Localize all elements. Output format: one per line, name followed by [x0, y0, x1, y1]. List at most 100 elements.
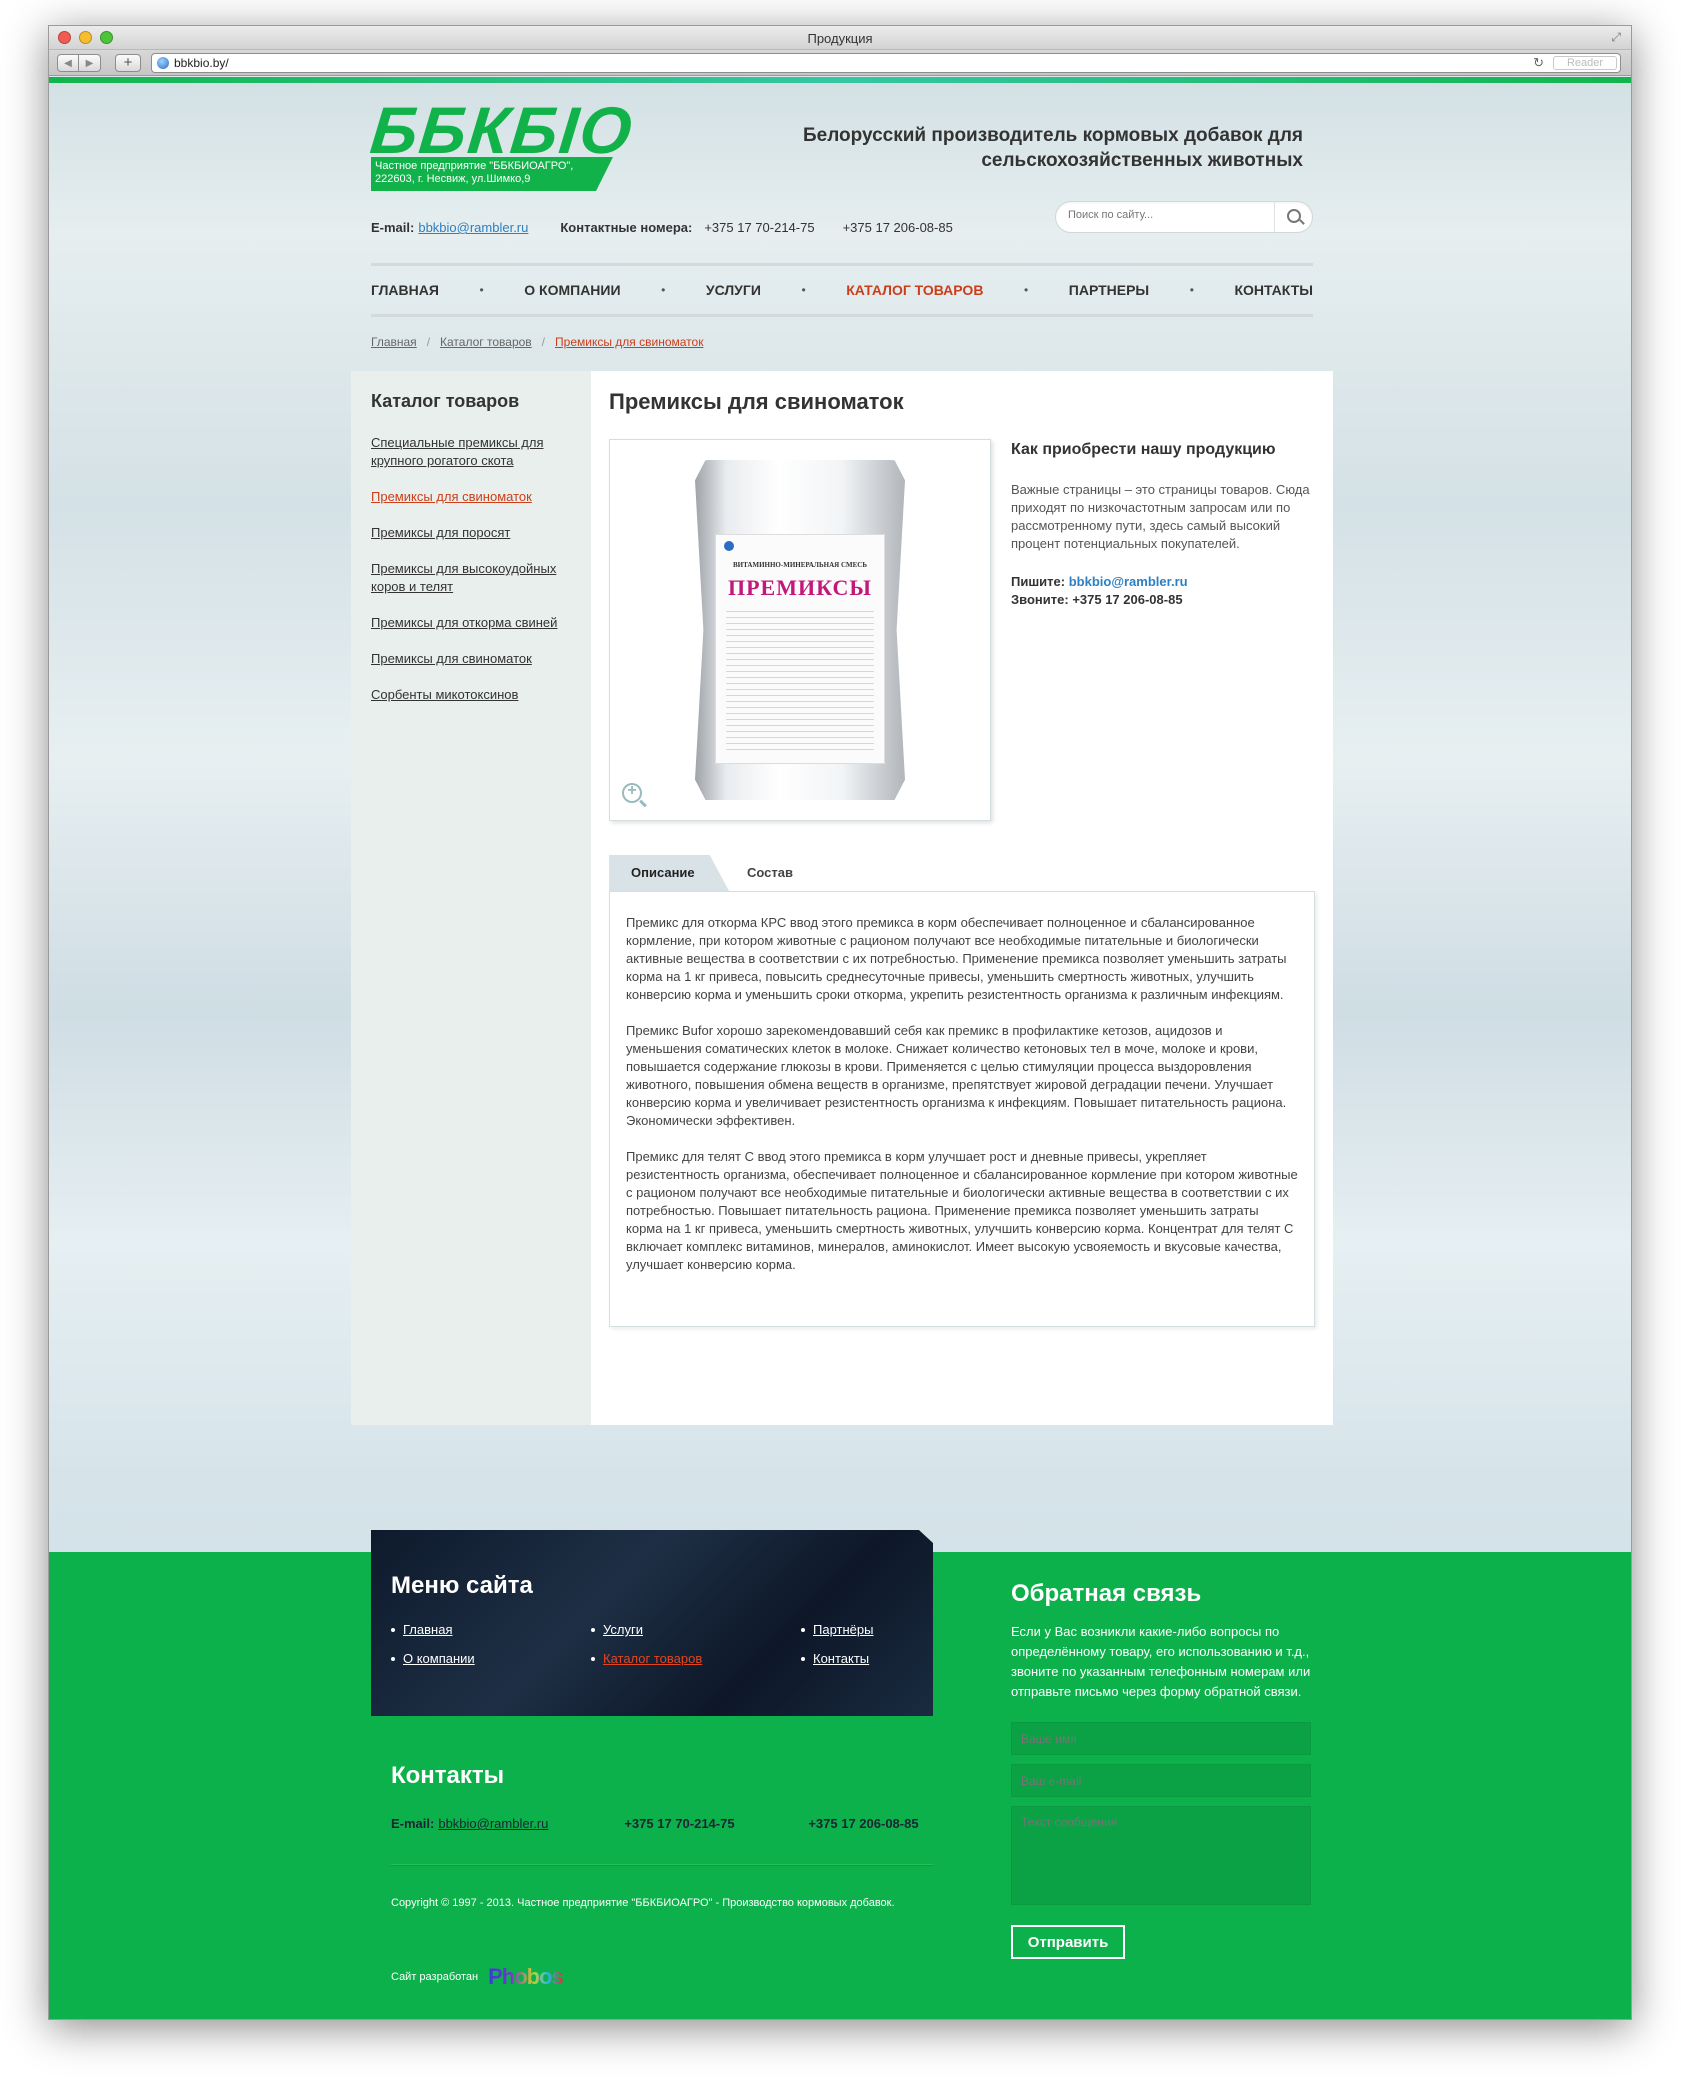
product-tabs: Описание Состав — [609, 855, 1315, 891]
url-text: bbkbio.by/ — [174, 56, 229, 70]
history-buttons: ◀ ▶ — [57, 54, 101, 72]
footer-phone-1: +375 17 70-214-75 — [624, 1816, 735, 1831]
footer-link-about[interactable]: О компании — [391, 1651, 591, 1666]
sidebar-item[interactable]: Премиксы для свиноматок — [371, 650, 571, 668]
footer-divider — [391, 1864, 933, 1866]
bag-fine-print — [726, 611, 874, 751]
main-nav: Главная • О компании • Услуги • Каталог … — [371, 263, 1313, 317]
footer-contacts: Контакты E-mail: bbkbio@rambler.ru +375 … — [391, 1762, 931, 1831]
nav-catalog[interactable]: Каталог товаров — [846, 282, 983, 298]
site-search — [1055, 201, 1313, 233]
buy-contacts: Пишите: bbkbio@rambler.ru Звоните: +375 … — [1011, 573, 1311, 609]
footer-link-home[interactable]: Главная — [391, 1622, 591, 1637]
reader-button[interactable]: Reader — [1553, 56, 1617, 70]
footer-menu: Меню сайта Главная Услуги Партнёры О ком… — [371, 1530, 933, 1716]
footer-contact-line: E-mail: bbkbio@rambler.ru +375 17 70-214… — [391, 1816, 931, 1831]
nav-home[interactable]: Главная — [371, 282, 439, 298]
phobos-logo[interactable]: Phobos — [488, 1964, 564, 1990]
footer-link-contacts[interactable]: Контакты — [801, 1651, 921, 1666]
bag-name: ПРЕМИКСЫ — [728, 575, 872, 600]
footer-menu-title: Меню сайта — [391, 1572, 533, 1599]
sidebar-item[interactable]: Специальные премиксы для крупного рогато… — [371, 434, 571, 470]
footer-email-link[interactable]: bbkbio@rambler.ru — [438, 1816, 624, 1831]
call-phone: +375 17 206-08-85 — [1072, 592, 1183, 607]
call-label: Звоните: — [1011, 592, 1069, 607]
tab-composition[interactable]: Состав — [747, 855, 793, 891]
site-logo[interactable]: ББКБІО Частное предприятие "ББКБИОАГРО",… — [367, 93, 637, 197]
footer-link-services[interactable]: Услуги — [591, 1622, 801, 1637]
logo-address: Частное предприятие "ББКБИОАГРО", 222603… — [371, 157, 613, 191]
sidebar-item[interactable]: Сорбенты микотоксинов — [371, 686, 571, 704]
breadcrumb-home[interactable]: Главная — [371, 335, 417, 349]
sidebar-item[interactable]: Премиксы для откорма свиней — [371, 614, 571, 632]
sidebar-title: Каталог товаров — [371, 391, 520, 411]
top-stripe — [49, 77, 1631, 83]
product-image[interactable]: ВИТАМИННО-МИНЕРАЛЬНАЯ СМЕСЬ ПРЕМИКСЫ — [609, 439, 991, 821]
sidebar-item[interactable]: Премиксы для высокоудойных коров и телят — [371, 560, 571, 596]
nav-partners[interactable]: Партнеры — [1069, 282, 1149, 298]
developer-label: Сайт разработан — [391, 1971, 479, 1983]
footer-menu-links: Главная Услуги Партнёры О компании Катал… — [391, 1622, 913, 1666]
nav-separator: • — [1024, 283, 1029, 297]
submit-button[interactable]: Отправить — [1011, 1925, 1125, 1959]
bag-label: ВИТАМИННО-МИНЕРАЛЬНАЯ СМЕСЬ ПРЕМИКСЫ — [715, 534, 885, 764]
write-email[interactable]: bbkbio@rambler.ru — [1069, 574, 1188, 589]
window-title: Продукция — [807, 31, 873, 46]
feedback-text: Если у Вас возникли какие-либо вопросы п… — [1011, 1624, 1311, 1699]
sidebar-item-active[interactable]: Премиксы для свиноматок — [371, 488, 571, 506]
tab-description[interactable]: Описание — [609, 855, 729, 891]
product-title: Премиксы для свиноматок — [609, 389, 904, 414]
footer-email-label: E-mail: — [391, 1816, 435, 1831]
breadcrumb-current[interactable]: Премиксы для свиноматок — [555, 335, 703, 349]
description-panel: Премикс для откорма КРС ввод этого преми… — [609, 891, 1315, 1327]
nav-about[interactable]: О компании — [524, 282, 620, 298]
buy-text: Важные страницы – это страницы товаров. … — [1011, 482, 1310, 551]
message-field[interactable] — [1011, 1806, 1311, 1905]
add-bookmark-icon[interactable]: + — [115, 54, 141, 72]
breadcrumb-catalog[interactable]: Каталог товаров — [440, 335, 532, 349]
email-link[interactable]: bbkbio@rambler.ru — [418, 220, 528, 235]
footer-link-catalog[interactable]: Каталог товаров — [591, 1651, 801, 1666]
zoom-in-icon[interactable] — [622, 782, 642, 803]
browser-toolbar: ◀ ▶ + bbkbio.by/ ↻ Reader — [49, 50, 1631, 76]
reload-icon[interactable]: ↻ — [1533, 54, 1544, 72]
copyright: Copyright © 1997 - 2013. Частное предпри… — [391, 1897, 895, 1909]
logo-text: ББКБІО — [367, 93, 638, 167]
footer-contacts-title: Контакты — [391, 1762, 505, 1789]
footer-link-partners[interactable]: Партнёры — [801, 1622, 921, 1637]
product-main: Премиксы для свиноматок ВИТАМИННО-МИНЕРА… — [609, 389, 1315, 1327]
breadcrumb-sep: / — [426, 335, 431, 349]
phone-2: +375 17 206-08-85 — [842, 220, 953, 235]
globe-icon — [157, 57, 169, 69]
name-field[interactable] — [1011, 1722, 1311, 1755]
write-label: Пишите: — [1011, 574, 1066, 589]
nav-services[interactable]: Услуги — [706, 282, 761, 298]
fullscreen-icon[interactable]: ⤢ — [1611, 30, 1621, 45]
breadcrumb-sep: / — [541, 335, 546, 349]
web-page: ББКБІО Частное предприятие "ББКБИОАГРО",… — [49, 77, 1631, 2019]
footer-phone-2: +375 17 206-08-85 — [808, 1816, 919, 1831]
buy-title: Как приобрести нашу продукцию — [1011, 441, 1276, 458]
nav-separator: • — [661, 283, 666, 297]
search-icon[interactable] — [1274, 202, 1312, 232]
how-to-buy: Как приобрести нашу продукцию Важные стр… — [1011, 441, 1311, 609]
site-tagline: Белорусский производитель кормовых добав… — [802, 125, 1303, 171]
nav-contacts[interactable]: Контакты — [1234, 282, 1312, 298]
forward-icon[interactable]: ▶ — [79, 54, 101, 72]
sidebar-item[interactable]: Премиксы для поросят — [371, 524, 571, 542]
nav-separator: • — [1189, 283, 1194, 297]
description-paragraph: Премикс Bufor хорошо зарекомендовавший с… — [626, 1023, 1287, 1128]
address-bar[interactable]: bbkbio.by/ ↻ Reader — [151, 53, 1621, 73]
email-field[interactable] — [1011, 1764, 1311, 1797]
premix-bag-image: ВИТАМИННО-МИНЕРАЛЬНАЯ СМЕСЬ ПРЕМИКСЫ — [695, 460, 905, 800]
browser-window: Продукция ⤢ ◀ ▶ + bbkbio.by/ ↻ Reader ББ… — [48, 25, 1632, 2020]
back-icon[interactable]: ◀ — [57, 54, 79, 72]
content-box: Каталог товаров Специальные премиксы для… — [351, 371, 1333, 1425]
nav-separator: • — [479, 283, 484, 297]
email-label: E-mail: — [371, 220, 415, 235]
feedback-form: Обратная связь Если у Вас возникли какие… — [1011, 1552, 1311, 1959]
description-paragraph: Премикс для откорма КРС ввод этого преми… — [626, 915, 1287, 1002]
search-input[interactable] — [1068, 209, 1268, 221]
title-bar: Продукция ⤢ — [49, 26, 1631, 50]
developer-credit: Сайт разработан Phobos — [391, 1964, 564, 1990]
